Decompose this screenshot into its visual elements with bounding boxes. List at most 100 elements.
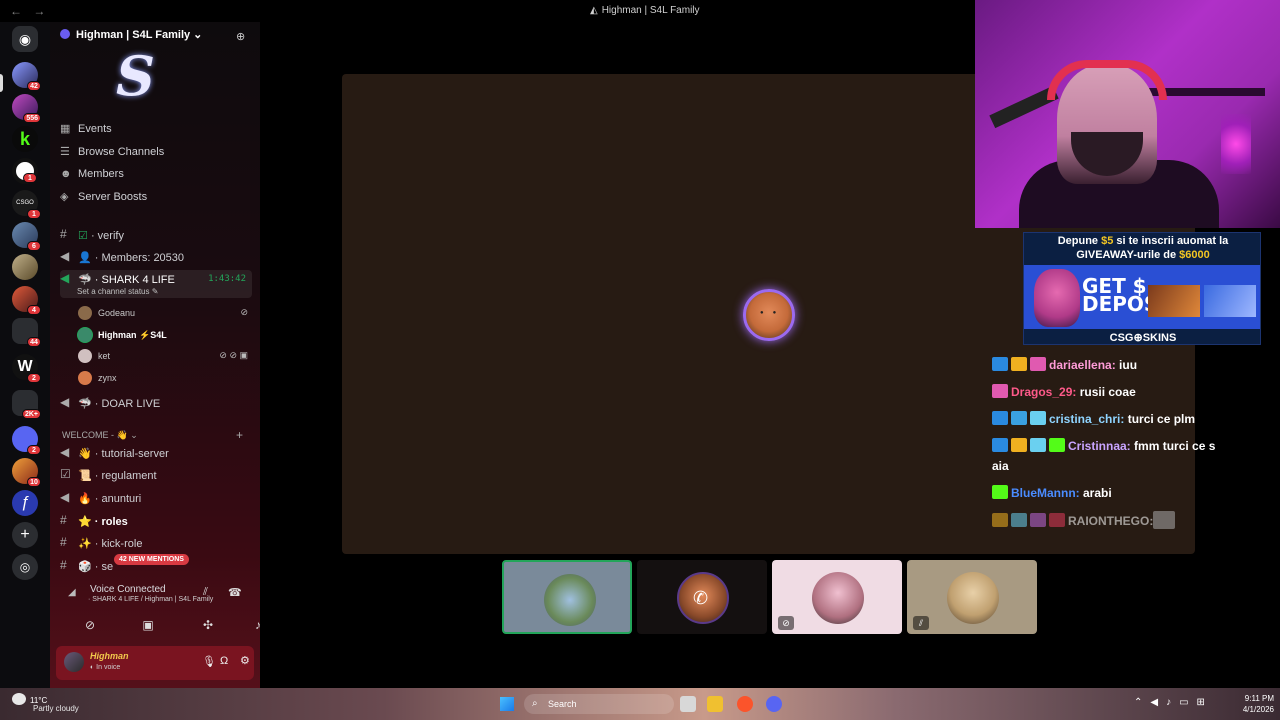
sub-badge-icon <box>1030 438 1046 452</box>
mention-badge: 556 <box>23 113 41 123</box>
invite-people-icon[interactable]: ⊕ <box>236 30 248 43</box>
settings-icon[interactable]: ⚙ <box>240 654 250 667</box>
weather-widget[interactable]: 11°C Partly cloudy <box>12 693 79 713</box>
badge-icon <box>992 411 1008 425</box>
server-icon-12[interactable]: 2 <box>12 426 41 455</box>
soundboard-button[interactable]: ♪ <box>246 618 270 638</box>
mention-badge: 4 <box>27 305 41 315</box>
hash-icon: # <box>60 558 67 572</box>
voice-user[interactable]: Godeanu ⊘ <box>78 304 254 322</box>
headphones-icon[interactable]: Ω <box>220 655 228 667</box>
server-folder-icon[interactable]: 44 <box>12 318 41 347</box>
server-folder-icon-2[interactable]: 2K+ <box>12 390 41 419</box>
server-icon-csgoskins[interactable]: CSGO 1 <box>12 190 41 219</box>
microphone-icon[interactable]: 🎙 <box>202 655 216 668</box>
channel-doar-live[interactable]: ◀ 🦈 · DOAR LIVE <box>60 394 252 414</box>
participant-tile[interactable] <box>502 560 632 634</box>
channel-anunturi[interactable]: ◀ 🔥 · anunturi <box>60 489 252 509</box>
menu-server-boosts[interactable]: ◈ Server Boosts <box>60 190 147 208</box>
rules-icon: ☑ <box>60 467 71 481</box>
chat-message: RAIONTHEGO: <box>992 511 1254 531</box>
channel-tutorial-server[interactable]: ◀ 👋 · tutorial-server <box>60 444 252 464</box>
voice-location[interactable]: · SHARK 4 LIFE / Highman | S4L Family <box>88 596 213 603</box>
speaking-avatar[interactable]: ●● <box>743 289 795 341</box>
server-icon-6[interactable]: 6 <box>12 222 41 251</box>
server-icon-f[interactable]: ƒ <box>12 490 38 516</box>
noise-suppression-icon[interactable]: ⫽ <box>203 586 208 599</box>
emote-icon <box>1153 511 1176 529</box>
speaker-icon: ◀ <box>60 395 70 409</box>
cloud-icon <box>12 693 26 705</box>
channel-shark-4-life[interactable]: ◀ 🦈 · SHARK 4 LIFE 1:43:42 Set a channel… <box>60 270 252 298</box>
system-tray[interactable]: ⌃◀♪▭⊞ <box>1134 697 1213 708</box>
add-channel-icon[interactable]: + <box>236 428 243 442</box>
disconnect-icon[interactable]: ☎ <box>228 586 242 599</box>
add-server-icon[interactable]: + <box>12 522 38 548</box>
badge-icon <box>992 438 1008 452</box>
muted-icon: ⊘ <box>240 307 248 317</box>
deafened-icon: ⊘ <box>778 616 794 630</box>
taskbar-search[interactable]: ⌕ Search <box>524 694 674 714</box>
sub-badge-icon <box>992 384 1008 398</box>
hash-icon: # <box>60 513 67 527</box>
activities-button[interactable]: ✣ <box>188 618 228 638</box>
participant-tile[interactable]: ⊘ <box>772 560 902 634</box>
nav-arrows[interactable]: ← → <box>10 4 49 18</box>
selected-indicator <box>0 74 3 92</box>
channel-verify[interactable]: # ☑ · verify <box>60 226 252 246</box>
ad-logo: CSG⊕SKINS <box>1109 332 1177 344</box>
discord-home-icon[interactable]: ◉ <box>12 26 38 52</box>
server-icon-7[interactable] <box>12 254 38 280</box>
discover-icon[interactable]: ◎ <box>12 554 38 580</box>
discord-icon[interactable] <box>766 696 782 712</box>
channel-roles[interactable]: # ⭐ · roles <box>60 512 252 532</box>
avatar <box>78 328 92 342</box>
sponsor-ad: Depune $5 si te inscrii auomat la GIVEAW… <box>1023 232 1261 345</box>
file-explorer-icon[interactable] <box>707 696 723 712</box>
server-icon-w[interactable]: W2 <box>12 354 41 383</box>
category-welcome[interactable]: WELCOME - 👋 ⌄ + <box>62 428 243 442</box>
channel-status[interactable]: Set a channel status ✎ <box>77 287 158 296</box>
announcement-icon: ◀ <box>60 490 70 504</box>
windows-start-icon[interactable] <box>500 697 514 711</box>
server-icon-2[interactable]: 556 <box>12 94 41 123</box>
new-mentions-pill[interactable]: 42 NEW MENTIONS <box>114 554 189 565</box>
avatar <box>947 572 999 624</box>
mention-badge: 6 <box>27 241 41 251</box>
chat-message: dariaellena: iuu <box>992 355 1254 375</box>
participant-tile[interactable]: ⫽ <box>907 560 1037 634</box>
voice-status[interactable]: Voice Connected <box>90 584 166 595</box>
voice-user[interactable]: zynx <box>78 369 254 387</box>
voice-user[interactable]: ket ⊘ ⊘ ▣ <box>78 347 254 365</box>
clock[interactable]: 9:11 PM 4/1/2026 <box>1234 693 1274 715</box>
menu-browse-channels[interactable]: ☰ Browse Channels <box>60 145 164 163</box>
screenshare-button[interactable]: ▣ <box>128 618 168 638</box>
avatar[interactable] <box>64 652 84 672</box>
chat-message: Dragos_29: rusii coae <box>992 382 1254 402</box>
muted-icon: ⫽ <box>913 616 929 630</box>
server-icon-13[interactable]: 10 <box>12 458 41 487</box>
participant-tile[interactable]: ✆ <box>637 560 767 634</box>
server-icon-4[interactable]: 1 <box>12 158 38 184</box>
menu-events[interactable]: ▦ Events <box>60 122 112 140</box>
gift-badge-icon <box>1011 411 1027 425</box>
avatar <box>544 574 596 626</box>
server-name[interactable]: Highman | S4L Family ⌄ <box>60 28 202 41</box>
channel-kick-role[interactable]: # ✨ · kick-role <box>60 534 252 554</box>
checkbox-emoji-icon: ☑ <box>78 230 88 242</box>
server-icon-s4l[interactable]: 42 <box>12 62 41 91</box>
menu-members[interactable]: ☻ Members <box>60 168 124 186</box>
task-view-icon[interactable] <box>680 696 696 712</box>
mention-badge: 42 <box>27 81 41 91</box>
server-icon-8[interactable]: 4 <box>12 286 41 315</box>
mention-badge: 2 <box>27 445 41 455</box>
channel-regulament[interactable]: ☑ 📜 · regulament <box>60 466 252 486</box>
username[interactable]: Highman <box>90 651 129 661</box>
voice-user[interactable]: Highman ⚡S4L <box>78 326 254 344</box>
channel-members-count[interactable]: ◀ 👤 · Members: 20530 <box>60 248 252 268</box>
camera-button[interactable]: ⊘ <box>70 618 110 638</box>
kick-badge-icon <box>1049 438 1065 452</box>
sub-badge-icon <box>1011 513 1027 527</box>
server-icon-kick[interactable]: k <box>12 126 38 152</box>
brave-browser-icon[interactable] <box>737 696 753 712</box>
